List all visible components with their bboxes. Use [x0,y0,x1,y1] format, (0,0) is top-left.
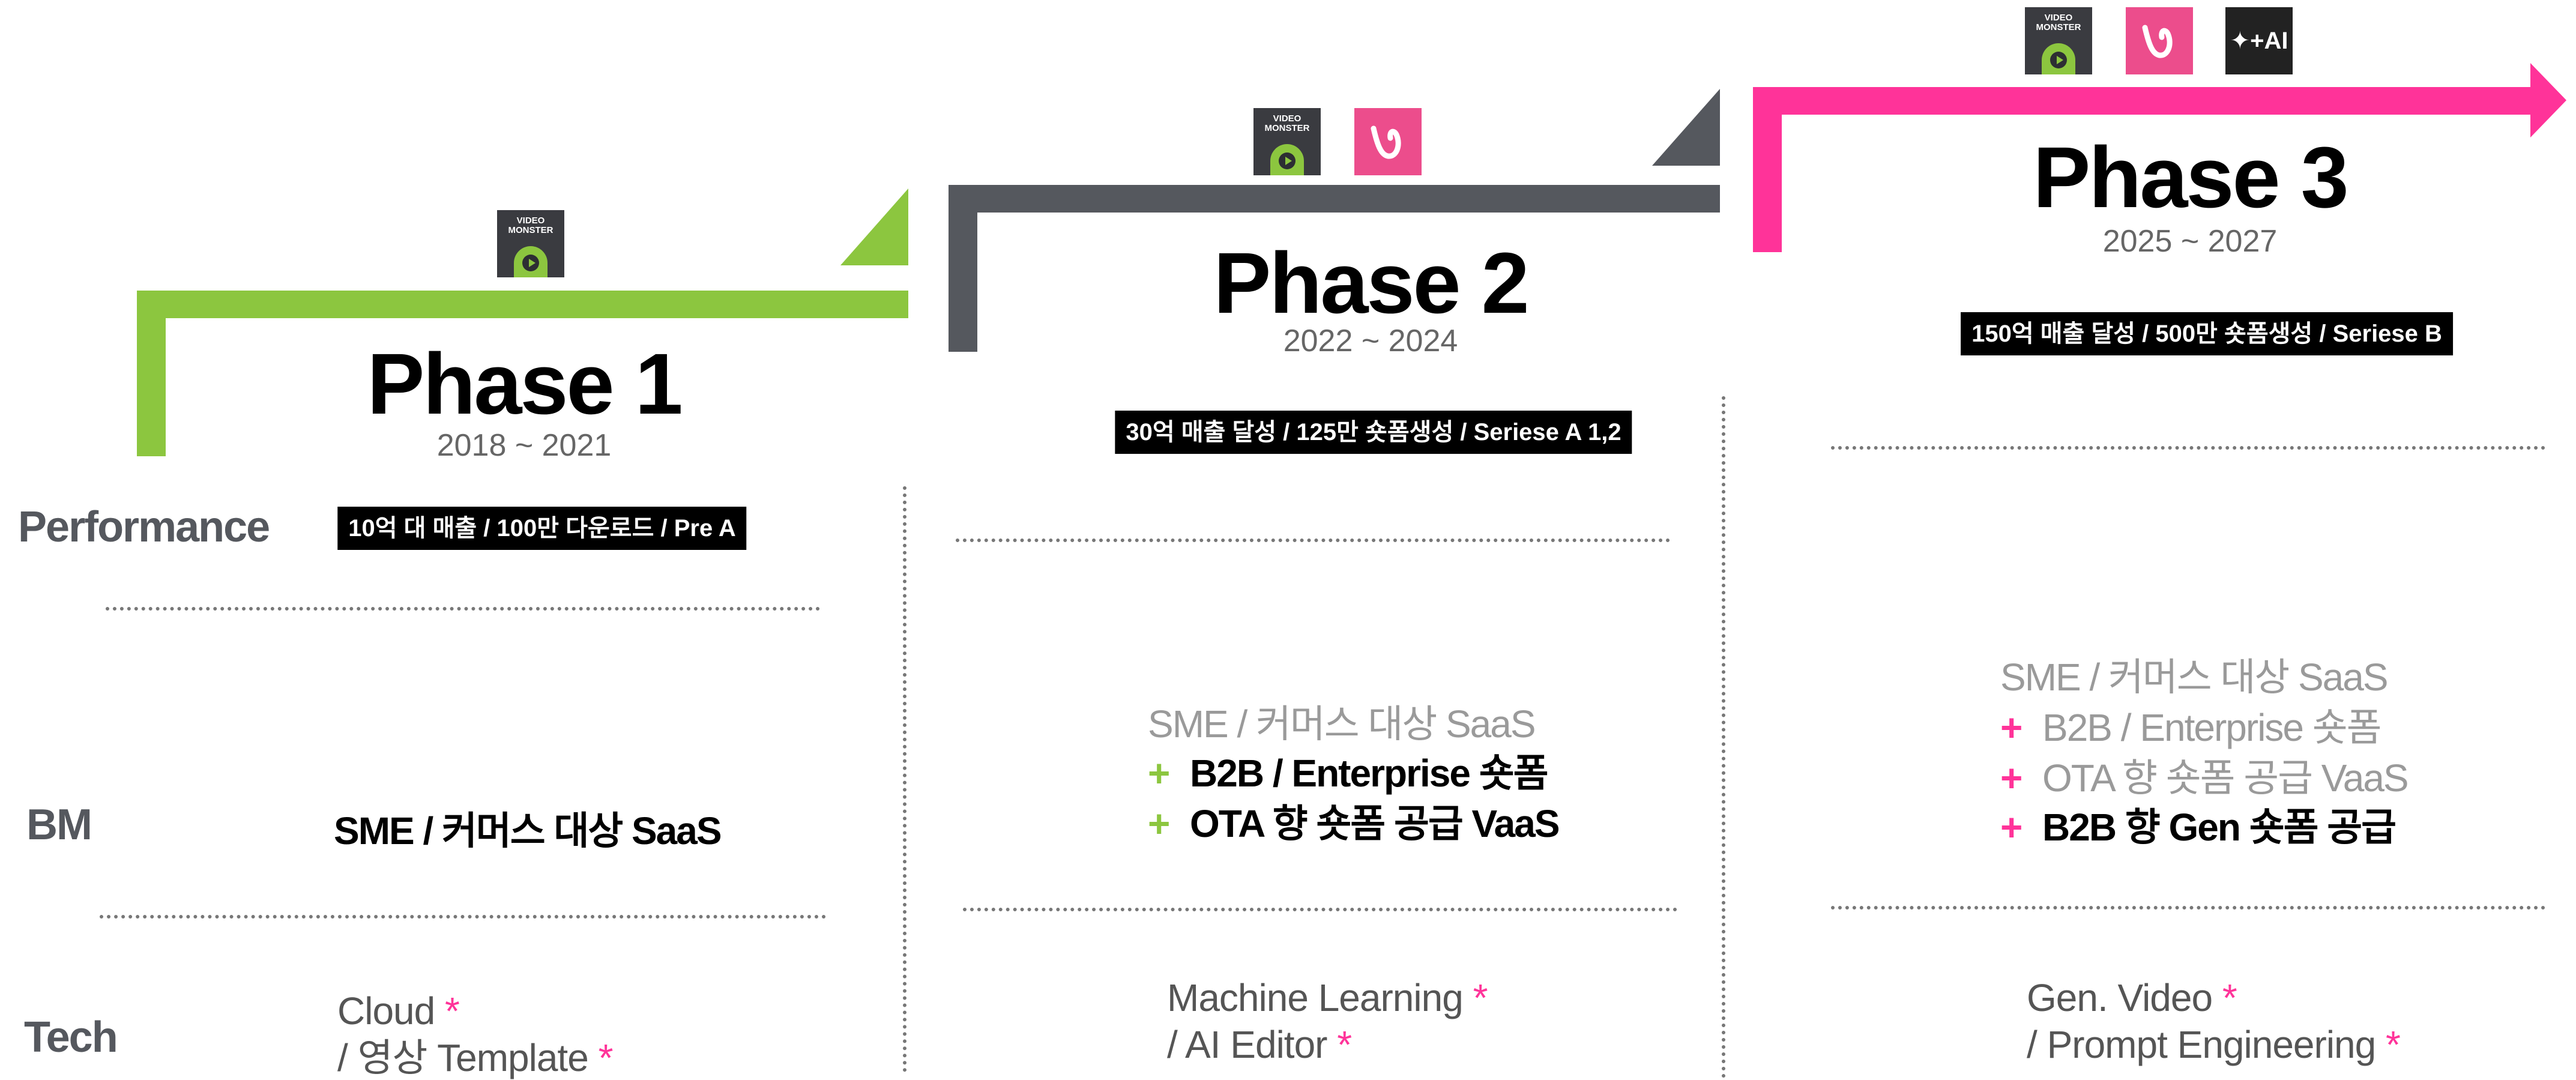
phase3-arrow-head [2530,63,2566,137]
phase2-step-horizontal [949,185,1720,213]
divider-vertical-2 [1722,396,1725,1078]
asterisk-icon: * [1473,976,1488,1019]
phase1-tech-item: / 영상 Template * [337,1036,614,1079]
phase3-tech-item: / Prompt Engineering * [2027,1023,2401,1066]
asterisk-icon: * [1337,1023,1352,1066]
phase2-performance-badge: 30억 매출 달성 / 125만 숏폼생성 / Seriese A 1,2 [1115,411,1632,454]
asterisk-icon: * [598,1036,614,1079]
phase2-years: 2022 ~ 2024 [1283,324,1458,358]
play-icon [2042,43,2075,74]
phase2-title: Phase 2 [1213,235,1529,331]
plus-icon: + [2000,706,2022,749]
video-monster-logo-icon: VIDEO MONSTER [2025,7,2092,74]
phase3-step-horizontal [1753,87,2539,115]
phase1-corner-triangle [840,189,908,265]
plus-icon: + [2000,756,2022,800]
video-monster-logo-icon: VIDEO MONSTER [497,210,564,277]
phase1-title: Phase 1 [367,336,683,432]
asterisk-icon: * [2386,1023,2401,1066]
divider-phase2-bottom [963,908,1677,911]
plus-icon: + [2000,806,2022,849]
phase3-tech-item: Gen. Video * [2027,976,2237,1019]
v-app-logo-icon [2126,7,2193,74]
row-label-tech: Tech [24,1013,118,1061]
divider-vertical-1 [903,486,906,1072]
phase2-bm-item: SME / 커머스 대상 SaaS [1148,702,1536,746]
phase3-bm-item: + OTA 향 숏폼 공급 VaaS [2000,756,2409,800]
phase3-performance-badge: 150억 매출 달성 / 500만 숏폼생성 / Seriese B [1961,312,2453,355]
divider-phase1-top [106,607,820,611]
row-label-bm: BM [26,801,92,849]
video-monster-logo-icon: VIDEO MONSTER [1253,108,1321,175]
divider-phase3-bottom [1831,906,2545,910]
row-label-performance: Performance [18,503,270,551]
phase2-bm-item: + B2B / Enterprise 숏폼 [1148,752,1548,795]
ai-sparkle-icon: ✦+AI [2225,7,2293,74]
plus-icon: + [1148,802,1170,845]
phase1-step-horizontal [137,291,908,318]
phase2-bm-item: + OTA 향 숏폼 공급 VaaS [1148,802,1560,845]
divider-phase2-top [956,538,1670,542]
phase3-bm-item: + B2B 향 Gen 숏폼 공급 [2000,806,2397,849]
phase2-tech-item: Machine Learning * [1167,976,1488,1019]
phase3-bm-item: + B2B / Enterprise 숏폼 [2000,706,2382,749]
play-icon [514,246,547,277]
phase3-years: 2025 ~ 2027 [2102,224,2278,259]
phase3-title: Phase 3 [2033,129,2348,226]
phase1-performance-badge: 10억 대 매출 / 100만 다운로드 / Pre A [337,507,747,550]
phase1-years: 2018 ~ 2021 [436,428,612,463]
phase3-bm-item: SME / 커머스 대상 SaaS [2000,656,2389,699]
phase2-corner-triangle [1652,89,1720,166]
phase1-tech-item: Cloud * [337,989,460,1033]
phase1-bm-item: SME / 커머스 대상 SaaS [334,809,722,852]
play-icon [1270,144,1304,175]
divider-phase3-top [1831,446,2545,450]
asterisk-icon: * [2222,976,2237,1019]
divider-phase1-bottom [100,915,826,919]
phase2-tech-item: / AI Editor * [1167,1023,1352,1066]
v-app-logo-icon [1354,108,1422,175]
plus-icon: + [1148,752,1170,795]
asterisk-icon: * [445,989,460,1033]
